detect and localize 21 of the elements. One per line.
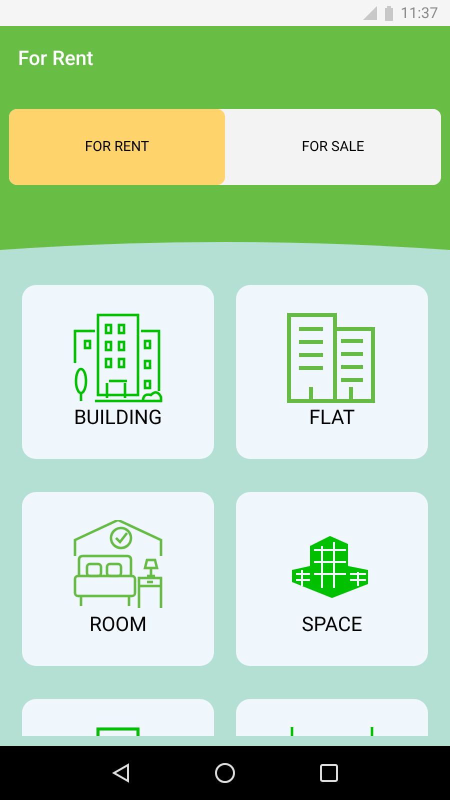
- home-icon[interactable]: [214, 762, 236, 784]
- category-card[interactable]: ROOM: [22, 492, 214, 666]
- recents-icon[interactable]: [320, 764, 338, 782]
- category-card[interactable]: FLAT: [236, 285, 428, 459]
- office-buildings-icon: [287, 313, 377, 403]
- back-icon[interactable]: [112, 763, 130, 783]
- category-card[interactable]: SPACE: [236, 492, 428, 666]
- battery-icon: [384, 6, 393, 20]
- category-label: BUILDING: [74, 405, 162, 429]
- category-label: FLAT: [309, 405, 355, 429]
- bedroom-icon: [73, 520, 163, 610]
- tab[interactable]: FOR RENT: [9, 109, 225, 185]
- signal-icon: [362, 6, 377, 20]
- category-card[interactable]: BUILDING: [22, 285, 214, 459]
- buildings-icon: [73, 313, 163, 403]
- status-time: 11:37: [400, 2, 438, 24]
- category-label: ROOM: [89, 612, 147, 636]
- app-title: For Rent: [18, 46, 94, 70]
- partial-icon: [290, 727, 374, 736]
- partial-icon: [96, 727, 140, 736]
- category-label: SPACE: [302, 612, 362, 636]
